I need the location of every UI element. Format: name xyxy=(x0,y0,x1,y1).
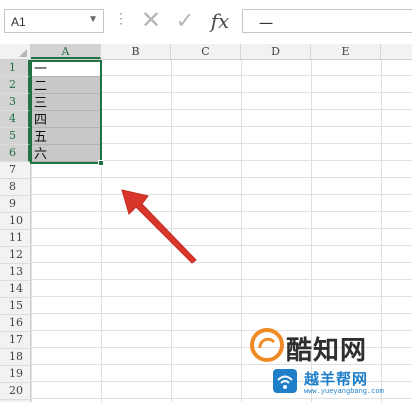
row-header[interactable]: 19 xyxy=(0,366,30,383)
watermark-title: 酷知网 xyxy=(286,335,368,365)
column-header-f[interactable] xyxy=(381,44,412,59)
name-box[interactable]: A1 ▼ xyxy=(4,9,104,33)
row-header[interactable]: 8 xyxy=(0,179,30,196)
cell-a2[interactable]: 二 xyxy=(31,77,101,94)
row-header[interactable]: 4 xyxy=(0,111,30,128)
column-header-b[interactable]: B xyxy=(101,44,171,59)
cell-a4[interactable]: 四 xyxy=(31,111,101,128)
watermark-wifi-icon xyxy=(273,369,297,393)
formula-bar: A1 ▼ ⋮ ✕ ✓ fx 一 xyxy=(0,0,412,44)
watermark-subtitle: 越羊帮网 xyxy=(304,371,369,388)
fill-handle[interactable] xyxy=(98,160,104,166)
column-header-c[interactable]: C xyxy=(171,44,241,59)
enter-icon[interactable]: ✓ xyxy=(170,4,200,38)
watermark-logo-icon xyxy=(250,328,284,362)
drag-handle-icon[interactable]: ⋮ xyxy=(114,10,128,27)
row-header[interactable]: 18 xyxy=(0,349,30,366)
row-header[interactable]: 13 xyxy=(0,264,30,281)
column-header-e[interactable]: E xyxy=(311,44,381,59)
cell-a3[interactable]: 三 xyxy=(31,94,101,111)
watermark-url: www.yueyangbang.com xyxy=(304,388,384,396)
row-header[interactable]: 2 xyxy=(0,77,30,94)
name-box-value: A1 xyxy=(11,15,26,29)
select-all-icon xyxy=(19,49,27,57)
insert-function-button[interactable]: fx xyxy=(203,4,237,38)
select-all-button[interactable] xyxy=(0,44,31,60)
row-header[interactable]: 9 xyxy=(0,196,30,213)
cancel-icon[interactable]: ✕ xyxy=(136,4,166,38)
column-header-a[interactable]: A xyxy=(31,44,101,59)
column-a-cells: 一 二 三 四 五 六 xyxy=(31,60,101,162)
formula-input-value: 一 xyxy=(259,16,273,32)
row-header[interactable]: 12 xyxy=(0,247,30,264)
row-header[interactable]: 20 xyxy=(0,383,30,400)
column-header-d[interactable]: D xyxy=(241,44,311,59)
row-header[interactable]: 1 xyxy=(0,60,30,77)
row-header[interactable]: 14 xyxy=(0,281,30,298)
formula-input[interactable]: 一 xyxy=(242,9,412,33)
column-headers: A B C D E xyxy=(31,44,412,60)
row-header[interactable]: 5 xyxy=(0,128,30,145)
row-headers: 1 2 3 4 5 6 7 8 9 10 11 12 13 14 15 16 1… xyxy=(0,60,31,402)
chevron-down-icon[interactable]: ▼ xyxy=(88,14,98,25)
watermark: 酷知网 越羊帮网 www.yueyangbang.com xyxy=(250,320,410,402)
row-header[interactable]: 16 xyxy=(0,315,30,332)
cell-a6[interactable]: 六 xyxy=(31,145,101,162)
row-header[interactable]: 7 xyxy=(0,162,30,179)
row-header[interactable]: 3 xyxy=(0,94,30,111)
row-header[interactable]: 6 xyxy=(0,145,30,162)
cell-a1[interactable]: 一 xyxy=(31,60,101,77)
row-header[interactable]: 15 xyxy=(0,298,30,315)
cell-a5[interactable]: 五 xyxy=(31,128,101,145)
row-header[interactable]: 17 xyxy=(0,332,30,349)
row-header[interactable]: 11 xyxy=(0,230,30,247)
row-header[interactable]: 10 xyxy=(0,213,30,230)
